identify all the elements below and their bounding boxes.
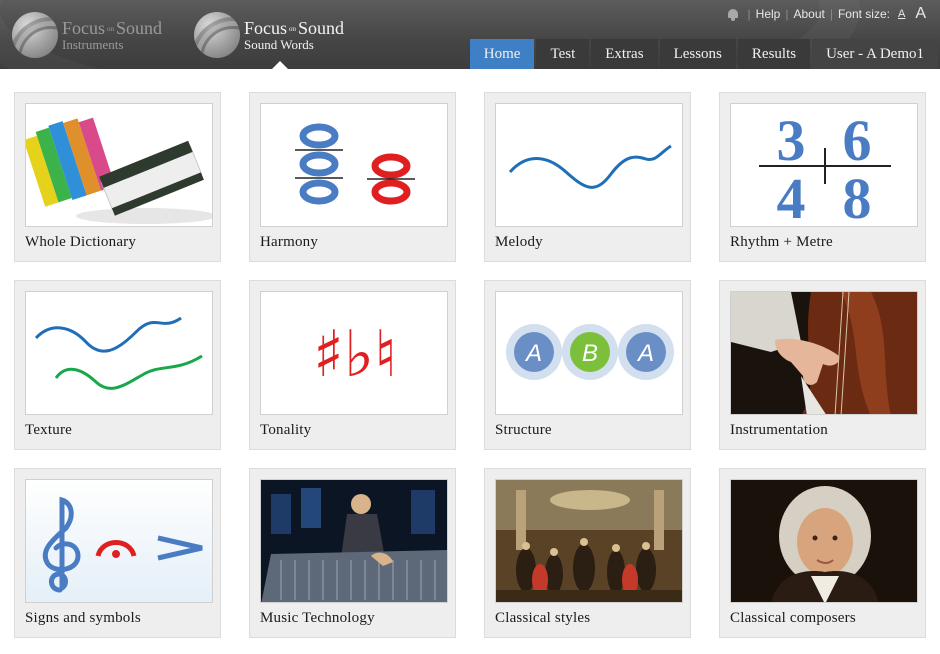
card-melody[interactable]: Melody [484,92,691,262]
card-tonality[interactable]: ♯♭♮ Tonality [249,280,456,450]
tab-extras[interactable]: Extras [591,39,658,69]
form-letter-a2: A [636,340,654,367]
logo-brand2: Sound [298,18,345,38]
form-letter-b: B [582,340,598,367]
time-sig-bottom-left: 4 [777,166,806,227]
selected-product-pointer [272,61,288,69]
accidentals-glyphs: ♯♭♮ [313,318,397,392]
separator: | [829,7,833,21]
main-nav: Home Test Extras Lessons Results User - … [468,39,938,69]
separator: | [785,7,789,21]
font-size-label: Font size: [837,7,890,21]
logo-disc-icon [194,12,240,58]
card-label: Texture [25,422,72,438]
card-classical-styles[interactable]: Classical styles [484,468,691,638]
logo-on: on [107,25,115,34]
card-instrumentation[interactable]: Instrumentation [719,280,926,450]
card-label: Structure [495,422,552,438]
form-letter-a1: A [524,340,542,367]
logo-on: on [289,25,297,34]
texture-lines-icon [25,291,213,415]
logo-brand2: Sound [116,18,163,38]
logo-brand: Focus [244,18,288,38]
card-label: Rhythm + Metre [730,234,833,250]
tab-test[interactable]: Test [536,39,590,69]
card-label: Melody [495,234,543,250]
melody-line-icon [495,103,683,227]
logo-brand: Focus [62,18,106,38]
bell-icon[interactable] [727,8,739,21]
accidentals-icon: ♯♭♮ [260,291,448,415]
tab-results[interactable]: Results [737,39,811,69]
card-label: Whole Dictionary [25,234,137,250]
top-links: | Help | About | Font size: A A [727,4,926,24]
card-label: Classical composers [730,610,856,626]
card-whole-dictionary[interactable]: Whole Dictionary [14,92,221,262]
card-structure[interactable]: A B A Structure [484,280,691,450]
separator: | [747,7,751,21]
font-size-large-button[interactable]: A [915,5,926,23]
category-grid: Whole Dictionary Harmony Melody 3 4 6 8 … [14,92,926,638]
bach-portrait [730,479,918,603]
aba-form-icon: A B A [495,291,683,415]
card-rhythm-metre[interactable]: 3 4 6 8 Rhythm + Metre [719,92,926,262]
logo-disc-icon [12,12,58,58]
baroque-painting [495,479,683,603]
card-label: Signs and symbols [25,610,141,626]
card-texture[interactable]: Texture [14,280,221,450]
time-sig-bottom-right: 8 [843,166,872,227]
logo-sound-words[interactable]: Focus on Sound Sound Words [194,10,344,60]
harmony-notes-icon [260,103,448,227]
app-header: Focus on Sound Instruments Focus on Sound So… [0,0,940,69]
card-label: Classical styles [495,610,591,626]
card-music-technology[interactable]: Music Technology [249,468,456,638]
time-sig-top-right: 6 [843,108,872,173]
time-sig-top-left: 3 [777,108,806,173]
logo-instruments[interactable]: Focus on Sound Instruments [12,10,162,60]
card-harmony[interactable]: Harmony [249,92,456,262]
help-link[interactable]: Help [756,7,781,21]
about-link[interactable]: About [793,7,824,21]
logo-product: Sound Words [244,37,314,52]
books-icon [25,103,213,227]
font-size-small-button[interactable]: A [898,8,905,20]
card-label: Music Technology [260,610,375,626]
tab-user-menu[interactable]: User - A Demo1 [812,39,938,69]
double-bass-photo [730,291,918,415]
card-signs-and-symbols[interactable]: Signs and symbols [14,468,221,638]
card-label: Tonality [260,422,312,438]
time-signature-icon: 3 4 6 8 [730,103,918,227]
tab-home[interactable]: Home [469,39,535,69]
card-classical-composers[interactable]: Classical composers [719,468,926,638]
tab-lessons[interactable]: Lessons [659,39,736,69]
card-label: Harmony [260,234,319,250]
card-label: Instrumentation [730,422,828,438]
mixing-desk-photo [260,479,448,603]
music-symbols-icon [25,479,213,603]
logo-product: Instruments [62,37,124,52]
